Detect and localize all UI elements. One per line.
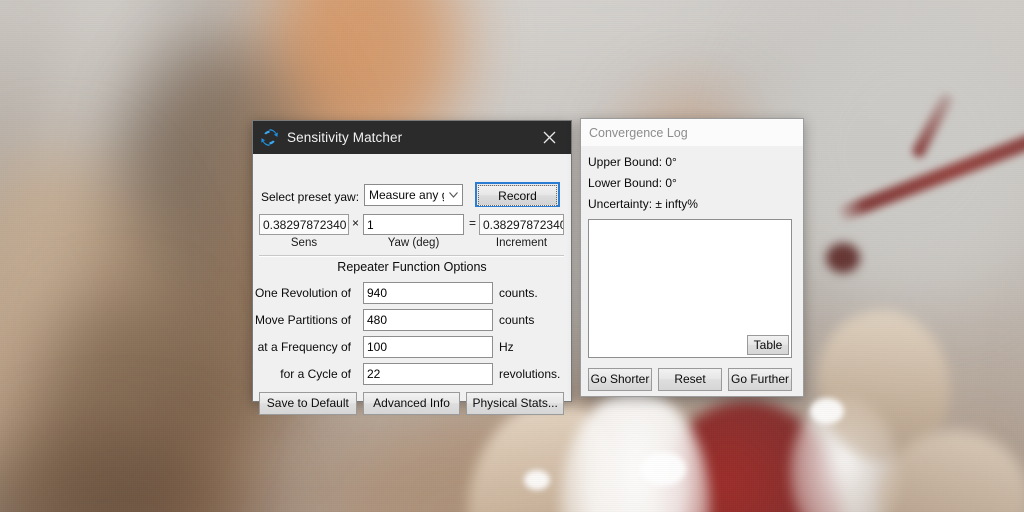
- sens-input[interactable]: 0.38297872340: [259, 214, 349, 235]
- sensitivity-matcher-title: Sensitivity Matcher: [287, 130, 403, 145]
- save-to-default-button[interactable]: Save to Default: [259, 392, 357, 415]
- lower-bound-value: Lower Bound: 0°: [588, 176, 677, 190]
- increment-input[interactable]: 0.38297872340: [479, 214, 564, 235]
- preset-yaw-selected-value: Measure any game: [369, 188, 444, 202]
- yaw-caption: Yaw (deg): [387, 237, 440, 249]
- sensitivity-matcher-body: Select preset yaw: Measure any game Reco…: [253, 154, 571, 415]
- preset-yaw-dropdown[interactable]: Measure any game: [364, 184, 463, 206]
- frequency-label: at a Frequency of: [257, 340, 351, 354]
- uncertainty-value: Uncertainty: ± infty%: [588, 197, 698, 211]
- yaw-input[interactable]: 1: [363, 214, 464, 235]
- sens-caption: Sens: [290, 237, 318, 249]
- sensitivity-matcher-titlebar[interactable]: Sensitivity Matcher: [253, 121, 571, 154]
- advanced-info-button[interactable]: Advanced Info: [362, 392, 461, 415]
- section-divider: [259, 255, 564, 257]
- frequency-input[interactable]: 100: [363, 336, 493, 358]
- convergence-log-window: Convergence Log Upper Bound: 0° Lower Bo…: [580, 118, 804, 397]
- equals-symbol: =: [469, 216, 477, 230]
- one-revolution-unit: counts.: [499, 286, 538, 300]
- record-button[interactable]: Record: [475, 182, 560, 207]
- convergence-log-title: Convergence Log: [589, 125, 688, 140]
- sensitivity-matcher-window: Sensitivity Matcher Select preset yaw: M…: [252, 120, 572, 415]
- increment-caption: Increment: [495, 237, 548, 249]
- chevron-down-icon: [444, 192, 462, 198]
- frequency-unit: Hz: [499, 340, 514, 354]
- table-button[interactable]: Table: [747, 335, 789, 355]
- convergence-log-footer: Go Shorter Reset Go Further: [588, 368, 792, 391]
- refresh-sync-icon: [261, 129, 278, 146]
- convergence-log-body: Upper Bound: 0° Lower Bound: 0° Uncertai…: [581, 147, 803, 396]
- convergence-log-titlebar[interactable]: Convergence Log: [581, 119, 803, 147]
- preset-yaw-label: Select preset yaw:: [261, 190, 360, 204]
- cycle-label: for a Cycle of: [280, 367, 351, 381]
- sensitivity-matcher-footer: Save to Default Advanced Info Physical S…: [259, 392, 565, 415]
- convergence-log-textarea[interactable]: Table: [588, 219, 792, 358]
- multiply-symbol: ×: [352, 216, 360, 230]
- move-partitions-input[interactable]: 480: [363, 309, 493, 331]
- go-further-button[interactable]: Go Further: [728, 368, 792, 391]
- close-x-glyph: [543, 131, 555, 144]
- go-shorter-button[interactable]: Go Shorter: [588, 368, 652, 391]
- record-button-label: Record: [478, 185, 557, 206]
- cycle-input[interactable]: 22: [363, 363, 493, 385]
- repeater-options-heading: Repeater Function Options: [337, 260, 487, 274]
- one-revolution-label: One Revolution of: [254, 286, 351, 300]
- one-revolution-input[interactable]: 940: [363, 282, 493, 304]
- move-partitions-unit: counts: [499, 313, 535, 327]
- move-partitions-label: Move Partitions of: [254, 313, 351, 327]
- physical-stats-button[interactable]: Physical Stats...: [466, 392, 565, 415]
- reset-button[interactable]: Reset: [658, 368, 722, 391]
- upper-bound-value: Upper Bound: 0°: [588, 155, 677, 169]
- cycle-unit: revolutions.: [499, 367, 561, 381]
- close-icon[interactable]: [527, 121, 571, 154]
